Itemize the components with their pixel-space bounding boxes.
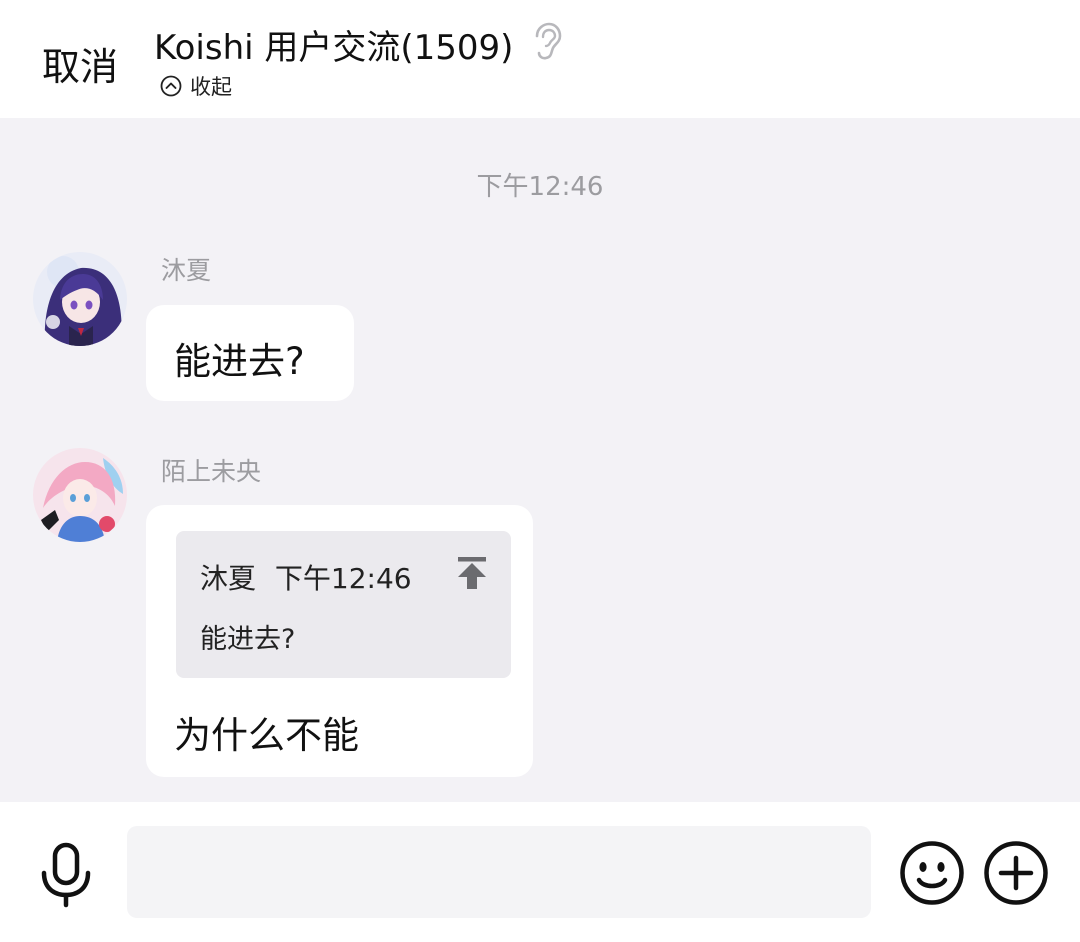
message-bubble[interactable]: 能进去? xyxy=(146,305,354,401)
message-input[interactable] xyxy=(127,826,871,918)
quoted-message[interactable]: 沐夏 下午12:46 能进去? xyxy=(176,531,511,678)
message-list[interactable]: 下午12:46 沐夏 能进去? 陌上未央 沐夏 下午12:46 能进去? 为什么… xyxy=(0,118,1080,802)
quoted-message-meta: 沐夏 下午12:46 xyxy=(200,557,412,597)
anime-girl-pink-hair-avatar xyxy=(33,448,127,542)
smiley-icon[interactable] xyxy=(899,840,965,906)
avatar[interactable] xyxy=(33,448,127,542)
ear-icon[interactable] xyxy=(528,22,562,60)
microphone-icon[interactable] xyxy=(38,842,94,908)
collapse-label: 收起 xyxy=(190,75,232,99)
quoted-sender: 沐夏 xyxy=(200,562,257,595)
chat-header: 取消 Koishi 用户交流(1509) 收起 xyxy=(0,0,1080,118)
chevron-up-circle-icon xyxy=(160,75,182,97)
quoted-text: 能进去? xyxy=(200,624,296,655)
sender-name: 沐夏 xyxy=(161,256,212,285)
plus-circle-icon[interactable] xyxy=(983,840,1049,906)
collapse-toggle[interactable]: 收起 xyxy=(160,71,232,101)
sender-name: 陌上未央 xyxy=(161,457,262,486)
input-bar xyxy=(0,802,1080,942)
avatar[interactable] xyxy=(33,252,127,346)
message-timestamp: 下午12:46 xyxy=(476,172,604,202)
message-bubble[interactable]: 沐夏 下午12:46 能进去? 为什么不能 xyxy=(146,505,533,777)
quoted-time: 下午12:46 xyxy=(274,562,412,595)
jump-to-message-icon[interactable] xyxy=(455,555,489,591)
message-text: 为什么不能 xyxy=(174,714,359,757)
message-text: 能进去? xyxy=(174,340,305,383)
cancel-button[interactable]: 取消 xyxy=(42,36,118,91)
group-title[interactable]: Koishi 用户交流(1509) xyxy=(154,20,513,69)
anime-girl-purple-hair-avatar xyxy=(33,252,127,346)
